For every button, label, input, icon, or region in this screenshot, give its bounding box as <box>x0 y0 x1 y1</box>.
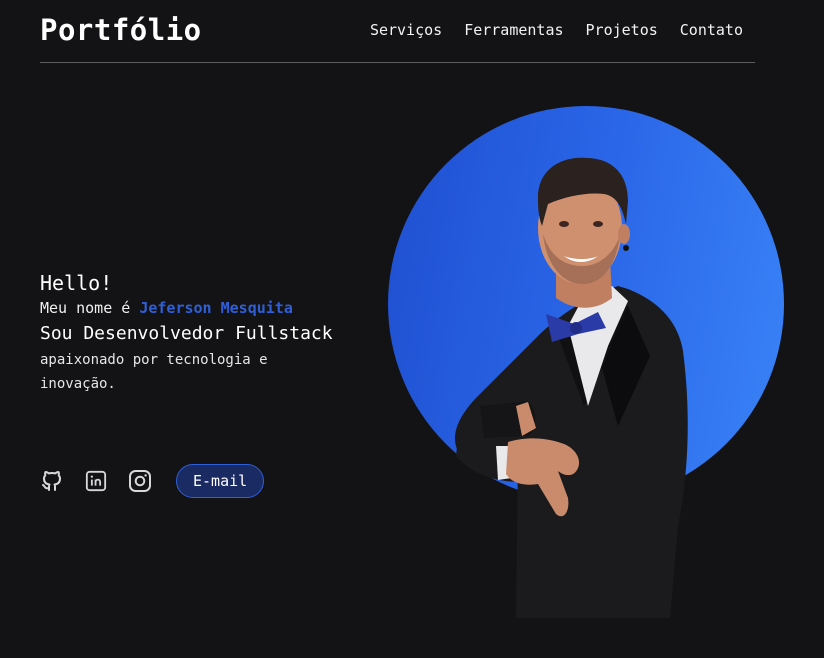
greeting: Hello! <box>40 271 113 295</box>
role-title: Sou Desenvolvedor Fullstack <box>40 323 333 344</box>
social-links: E-mail <box>40 463 265 499</box>
role-description: apaixonado por tecnologia e inovação. <box>40 352 268 392</box>
nav-link-projetos[interactable]: Projetos <box>586 21 658 39</box>
site-logo[interactable]: Portfólio <box>40 13 202 47</box>
nav-link-contato[interactable]: Contato <box>680 21 743 39</box>
author-name: Jeferson Mesquita <box>139 299 293 317</box>
name-line: Meu nome é Jeferson Mesquita <box>40 298 380 318</box>
name-prefix: Meu nome é <box>40 299 131 317</box>
hero-image-area <box>388 106 784 618</box>
email-button[interactable]: E-mail <box>176 464 265 498</box>
main-nav: Serviços Ferramentas Projetos Contato <box>370 21 743 39</box>
portfolio-page: Portfólio Serviços Ferramentas Projetos … <box>0 0 824 658</box>
intro-section: Hello! Meu nome é Jeferson Mesquita Sou … <box>40 270 380 396</box>
github-icon[interactable] <box>40 469 64 493</box>
portrait-photo <box>454 157 688 618</box>
instagram-icon[interactable] <box>128 469 152 493</box>
site-header: Portfólio Serviços Ferramentas Projetos … <box>40 0 755 63</box>
linkedin-icon[interactable] <box>84 469 108 493</box>
nav-link-ferramentas[interactable]: Ferramentas <box>464 21 563 39</box>
nav-link-servicos[interactable]: Serviços <box>370 21 442 39</box>
